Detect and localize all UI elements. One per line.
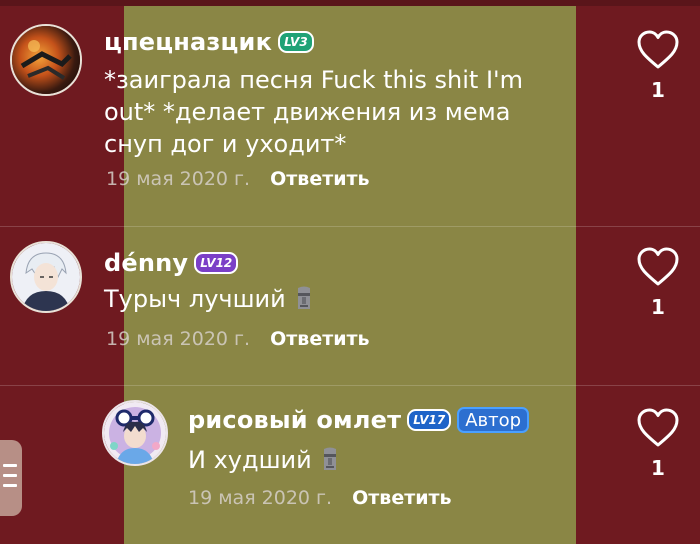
avatar[interactable] [10, 241, 82, 313]
heart-icon [637, 408, 679, 447]
username[interactable]: цпецназцик [104, 28, 272, 56]
level-badge: LV12 [194, 252, 239, 274]
heart-icon [637, 30, 679, 69]
like-count: 1 [651, 456, 665, 480]
like-count: 1 [651, 78, 665, 102]
avatar[interactable] [10, 24, 82, 96]
reply-button[interactable]: Ответить [352, 487, 451, 509]
level-badge: LV3 [278, 31, 314, 53]
avatar[interactable] [102, 400, 168, 466]
comment-date: 19 мая 2020 г. [106, 328, 251, 350]
level-badge: LV17 [407, 409, 452, 431]
menu-line [3, 484, 17, 487]
like-button[interactable]: 1 [636, 30, 680, 102]
comment-text: И худший [188, 446, 312, 474]
side-menu-handle[interactable] [0, 440, 22, 516]
comment-1: цпецназцик LV3 *заиграла песня Fuck this… [0, 0, 700, 226]
username[interactable]: dénny [104, 249, 188, 277]
reply-button[interactable]: Ответить [270, 328, 369, 350]
username[interactable]: рисовый омлет [188, 406, 401, 434]
comment-3: рисовый омлет LV17 Автор И худший 19 мая… [0, 386, 700, 544]
moai-icon [324, 447, 337, 470]
comment-date: 19 мая 2020 г. [106, 168, 251, 190]
reply-button[interactable]: Ответить [270, 168, 369, 190]
comment-text: *заиграла песня Fuck this shit I'm out* … [104, 66, 524, 158]
comment-text: Турыч лучший [104, 285, 286, 313]
moai-icon [298, 286, 311, 309]
menu-line [3, 474, 17, 477]
menu-line [3, 464, 17, 467]
comment-date: 19 мая 2020 г. [188, 487, 333, 509]
like-button[interactable]: 1 [636, 247, 680, 319]
like-button[interactable]: 1 [636, 408, 680, 480]
author-badge: Автор [457, 407, 530, 433]
like-count: 1 [651, 295, 665, 319]
heart-icon [637, 247, 679, 286]
comment-2: dénny LV12 Турыч лучший 19 мая 2020 г. О… [0, 227, 700, 385]
